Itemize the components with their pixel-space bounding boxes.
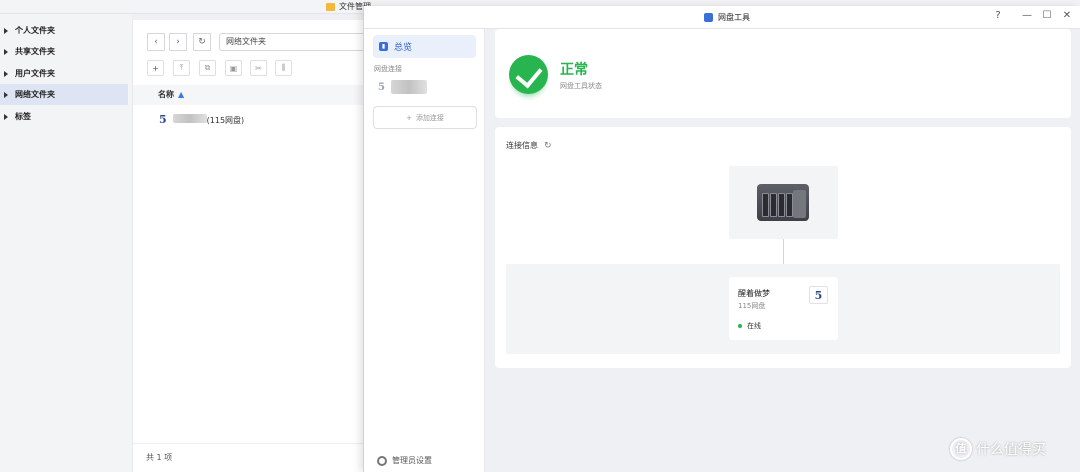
sidebar-item-user[interactable]: 用户文件夹 (0, 63, 128, 84)
window-titlebar: 网盘工具 ? — ☐ ✕ (364, 6, 1080, 29)
sidebar-item-label: 个人文件夹 (15, 26, 55, 35)
maximize-button[interactable]: ☐ (1040, 10, 1054, 21)
sidebar-item-tags[interactable]: 标签 (0, 106, 128, 127)
folder-icon (326, 2, 335, 11)
cloud-drive-provider: 115网盘 (738, 302, 766, 310)
expand-arrow-icon[interactable] (4, 70, 8, 77)
path-input[interactable]: 网络文件夹 (219, 33, 379, 51)
watermark-text: 什么值得买 (976, 442, 1046, 458)
view-button[interactable]: ⫼ (275, 60, 292, 76)
watermark-logo: 值 (950, 438, 972, 460)
add-connection-label: 添加连接 (415, 113, 444, 122)
paste-icon: ▣ (229, 63, 238, 73)
cloud-drive-card[interactable]: 醒着做梦 115网盘 5 在线 (729, 277, 838, 340)
sidebar-item-network[interactable]: 网络文件夹 (0, 84, 128, 105)
status-label: 网盘工具状态 (560, 82, 602, 90)
window-sidebar: ▮ 总览 网盘连接 5 + 添加连接 管理员设置 (364, 29, 485, 472)
back-button[interactable]: ‹ (147, 33, 165, 51)
sidebar-item-connection[interactable]: 5 (378, 80, 427, 94)
help-button[interactable]: ? (991, 10, 1005, 21)
sidebar-item-shared[interactable]: 共享文件夹 (0, 41, 128, 62)
cloud-drive-area: 醒着做梦 115网盘 5 在线 (506, 264, 1060, 354)
status-card: 正常 网盘工具状态 (495, 29, 1071, 118)
redacted-name (172, 113, 207, 123)
chevron-left-icon: ‹ (154, 37, 158, 47)
cloud-tool-window: 网盘工具 ? — ☐ ✕ ▮ 总览 网盘连接 5 + 添加连接 管理员设置 正常… (363, 6, 1080, 472)
sidebar-item-label: 用户文件夹 (15, 69, 55, 78)
status-dot-icon (738, 324, 742, 328)
cloud-115-logo: 5 (809, 286, 828, 304)
admin-settings-button[interactable]: 管理员设置 (377, 455, 432, 466)
online-status: 在线 (738, 321, 761, 331)
item-count: 共 1 项 (133, 443, 373, 472)
sidebar-item-label: 标签 (15, 112, 31, 121)
nas-device-icon (757, 184, 809, 221)
cloud-tool-app-icon (704, 13, 713, 22)
check-circle-icon (509, 55, 548, 94)
admin-settings-label: 管理员设置 (392, 456, 432, 465)
minimize-button[interactable]: — (1020, 10, 1034, 21)
refresh-button[interactable]: ↻ (193, 33, 211, 51)
sidebar-item-label: 总览 (394, 43, 413, 53)
window-title: 网盘工具 (704, 12, 750, 23)
gear-icon (377, 455, 387, 466)
online-status-label: 在线 (747, 322, 761, 330)
paste-button[interactable]: ▣ (225, 60, 242, 76)
column-header-label: 名称 (158, 90, 174, 99)
cut-button[interactable]: ✂ (250, 60, 267, 76)
connection-info-title: 连接信息 (506, 141, 538, 150)
section-label: 网盘连接 (374, 65, 402, 73)
new-button[interactable]: + (147, 60, 164, 76)
refresh-icon[interactable]: ↻ (544, 141, 552, 151)
redacted-name (390, 80, 427, 94)
expand-arrow-icon[interactable] (4, 48, 8, 55)
cloud-115-icon: 5 (814, 288, 823, 302)
add-connection-button[interactable]: + 添加连接 (373, 106, 477, 129)
cloud-115-icon: 5 (378, 81, 385, 93)
copy-icon: ⧉ (204, 63, 211, 72)
sidebar-item-personal[interactable]: 个人文件夹 (0, 20, 128, 41)
window-title-text: 网盘工具 (718, 13, 750, 22)
columns-icon: ⫼ (281, 63, 286, 72)
connection-info-header: 连接信息 ↻ (506, 140, 552, 151)
upload-icon: ⤒ (179, 63, 184, 72)
file-name-suffix: (115网盘) (206, 115, 245, 125)
table-row[interactable]: 5 (115网盘) (159, 113, 244, 126)
upload-button[interactable]: ⤒ (173, 60, 190, 76)
nas-device (729, 166, 838, 239)
expand-arrow-icon[interactable] (4, 113, 8, 120)
expand-arrow-icon[interactable] (4, 27, 8, 34)
sort-asc-icon[interactable]: ▲ (178, 90, 184, 99)
status-value: 正常 (560, 62, 588, 78)
dashboard-icon: ▮ (379, 42, 388, 51)
sidebar-item-label: 共享文件夹 (15, 47, 55, 56)
sidebar-item-label: 网络文件夹 (15, 90, 55, 99)
sidebar-item-overview[interactable]: ▮ 总览 (373, 35, 476, 58)
plus-icon: + (406, 113, 412, 122)
close-button[interactable]: ✕ (1060, 10, 1074, 21)
cloud-drive-name: 醒着做梦 (738, 289, 770, 298)
forward-button[interactable]: › (169, 33, 187, 51)
copy-button[interactable]: ⧉ (199, 60, 216, 76)
expand-arrow-icon[interactable] (4, 91, 8, 98)
chevron-right-icon: › (176, 37, 180, 47)
refresh-icon: ↻ (198, 37, 206, 47)
plus-icon: + (152, 63, 159, 73)
scissors-icon: ✂ (255, 63, 262, 73)
file-manager-main: ‹ › ↻ 网络文件夹 + ⤒ ⧉ ▣ ✂ ⫼ 名称 ▲ 5 (115网盘) 共 … (132, 20, 379, 472)
watermark: 值 什么值得买 (950, 438, 1046, 460)
file-manager-sidebar: 个人文件夹 共享文件夹 用户文件夹 网络文件夹 标签 (0, 14, 132, 472)
connection-info-card: 连接信息 ↻ 醒着做梦 115网盘 5 在线 (495, 127, 1071, 368)
cloud-115-icon: 5 (159, 113, 167, 126)
connector-line (783, 239, 784, 264)
column-header-name[interactable]: 名称 ▲ (133, 85, 373, 105)
